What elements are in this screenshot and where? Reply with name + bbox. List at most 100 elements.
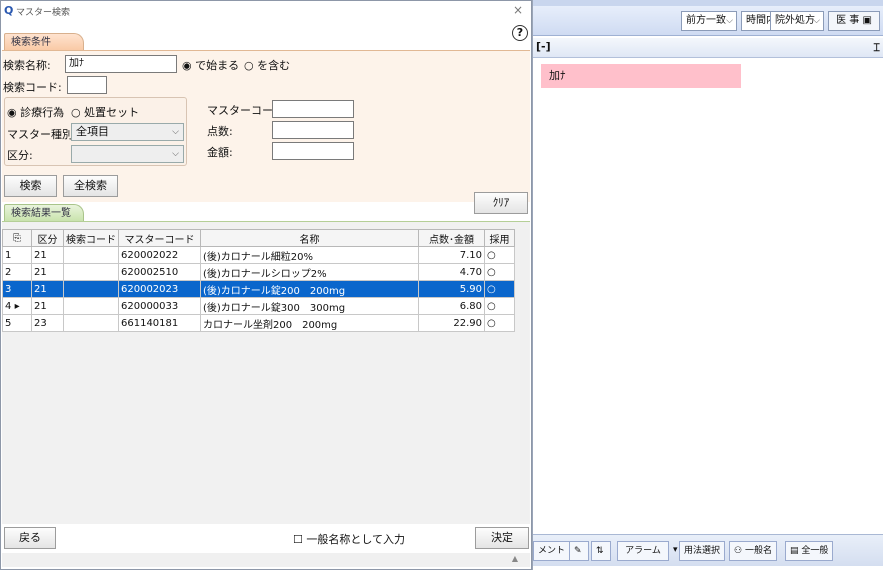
search-name-input[interactable]: 加ﾅ xyxy=(65,55,177,73)
search-button[interactable]: 検索 xyxy=(4,175,57,197)
col-header-points[interactable]: 点数･金額 xyxy=(418,229,485,247)
radio-treatment-label: 診療行為 xyxy=(20,106,65,119)
category-select[interactable]: ⌵ xyxy=(71,145,184,163)
cell-points: 5.90 xyxy=(418,280,485,298)
all-generic-button[interactable]: ▤ 全一般 xyxy=(785,541,834,561)
help-icon[interactable]: ? xyxy=(512,25,528,41)
cell-name: カロナール坐剤200 200mg xyxy=(200,314,419,332)
dialog-titlebar: Q マスター検索 × xyxy=(1,1,531,23)
radio-starts-with[interactable]: ◉ で始まる xyxy=(182,57,239,73)
radio-contains[interactable]: ○ を含む xyxy=(244,57,290,73)
pen-icon[interactable]: ✎ xyxy=(569,541,589,561)
table-row[interactable]: 1 21 620002022 (後)カロナール細粒20% 7.10 ○ xyxy=(2,246,515,264)
radio-selected-icon: ◉ xyxy=(7,106,17,119)
background-bottom-bar: メント ✎ ⇅ アラーム ▾ 用法選択 ⚇ 一般名 ▤ 全一般 xyxy=(533,534,883,566)
radio-treatment-set[interactable]: ○ 処置セット xyxy=(71,104,139,120)
close-icon[interactable]: × xyxy=(513,3,523,17)
row-number-text: 1 xyxy=(5,249,12,261)
col-header-name[interactable]: 名称 xyxy=(200,229,419,247)
table-row-selected[interactable]: 3 21 620002023 (後)カロナール錠200 200mg 5.90 ○ xyxy=(2,280,515,298)
medical-affairs-label: 医 事 xyxy=(836,15,860,26)
row-number-text: 5 xyxy=(5,317,12,329)
cell-adopt: ○ xyxy=(484,280,515,298)
cell-kubun: 21 xyxy=(31,297,64,315)
amount-label: 金額: xyxy=(207,146,233,159)
grid-header-row: ⎘ 区分 検索コード マスターコード 名称 点数･金額 採用 xyxy=(2,229,515,247)
master-search-dialog: Q マスター検索 × 検索条件 ? 検索名称: 加ﾅ ◉ で始まる ○ を含む … xyxy=(0,0,532,570)
col-header-adopt[interactable]: 採用 xyxy=(484,229,515,247)
prescription-select[interactable]: 院外処方 ⌵ xyxy=(770,11,824,31)
cell-search-code xyxy=(63,246,119,264)
cell-name: (後)カロナール錠300 300mg xyxy=(200,297,419,315)
confirm-button[interactable]: 決定 xyxy=(475,527,529,549)
cell-master-code: 620002023 xyxy=(118,280,201,298)
radio-empty-icon: ○ xyxy=(71,106,81,119)
search-name-label: 検索名称: xyxy=(3,59,51,72)
cell-search-code xyxy=(63,263,119,281)
general-name-checkbox[interactable]: ☐ 一般名称として入力 xyxy=(293,531,405,547)
cell-name: (後)カロナール錠200 200mg xyxy=(200,280,419,298)
search-all-button[interactable]: 全検索 xyxy=(63,175,118,197)
generic-name-label: 一般名 xyxy=(744,546,772,556)
col-header-master-code[interactable]: マスターコード xyxy=(118,229,201,247)
panel-collapse-label[interactable]: [-] xyxy=(536,40,551,53)
master-type-label: マスター種別: xyxy=(7,128,77,141)
results-scrollbar[interactable] xyxy=(520,229,529,521)
amount-input[interactable] xyxy=(272,142,354,160)
checkbox-icon: ☐ xyxy=(293,533,303,546)
comment-label: メント xyxy=(538,546,566,556)
cell-points: 6.80 xyxy=(418,297,485,315)
alarm-button[interactable]: アラーム xyxy=(617,541,669,561)
points-input[interactable] xyxy=(272,121,354,139)
cell-adopt: ○ xyxy=(484,246,515,264)
row-number-text: 2 xyxy=(5,266,12,278)
sort-icon[interactable]: ⇅ xyxy=(591,541,611,561)
pin-icon[interactable]: ⌶ xyxy=(873,39,880,57)
usage-select-button[interactable]: 用法選択 xyxy=(679,541,726,561)
dialog-title: マスター検索 xyxy=(16,8,71,18)
background-toolbar: 前方一致⌵ 時間内⌵ 院外処方⌵ 医 事 ▣ xyxy=(533,6,883,36)
chevron-down-icon: ⌵ xyxy=(726,16,733,26)
cell-name: (後)カロナール細粒20% xyxy=(200,246,419,264)
search-condition-tab: 検索条件 xyxy=(4,33,84,50)
comment-button[interactable]: メント xyxy=(533,541,571,561)
clear-button[interactable]: ｸﾘｱ xyxy=(474,192,528,214)
cell-search-code xyxy=(63,314,119,332)
radio-treatment[interactable]: ◉ 診療行為 xyxy=(7,104,64,120)
medical-affairs-button[interactable]: 医 事 ▣ xyxy=(828,11,880,31)
radio-empty-icon: ○ xyxy=(244,59,254,72)
master-type-value: 全項目 xyxy=(76,125,109,138)
category-label: 区分: xyxy=(7,149,33,162)
cell-adopt: ○ xyxy=(484,263,515,281)
copy-icon[interactable]: ⎘ xyxy=(2,229,32,247)
row-number: 2 xyxy=(2,263,32,281)
general-name-checkbox-label: 一般名称として入力 xyxy=(306,533,406,546)
table-row[interactable]: 4 ▸ 21 620000033 (後)カロナール錠300 300mg 6.80… xyxy=(2,297,515,315)
usage-select-label: 用法選択 xyxy=(684,546,721,556)
row-number: 5 xyxy=(2,314,32,332)
back-button[interactable]: 戻る xyxy=(4,527,56,549)
search-code-input[interactable] xyxy=(67,76,107,94)
search-results-tab: 検索結果一覧 xyxy=(4,204,84,221)
cell-kubun: 21 xyxy=(31,263,64,281)
master-code-input[interactable] xyxy=(272,100,354,118)
cell-name: (後)カロナールシロップ2% xyxy=(200,263,419,281)
alarm-dropdown-icon[interactable]: ▾ xyxy=(669,541,679,561)
points-label: 点数: xyxy=(207,125,233,138)
scroll-up-icon[interactable]: ▲ xyxy=(512,554,518,563)
generic-name-button[interactable]: ⚇ 一般名 xyxy=(729,541,777,561)
cell-kubun: 23 xyxy=(31,314,64,332)
match-mode-select[interactable]: 前方一致 ⌵ xyxy=(681,11,737,31)
col-header-kubun[interactable]: 区分 xyxy=(31,229,64,247)
table-row[interactable]: 5 23 661140181 カロナール坐剤200 200mg 22.90 ○ xyxy=(2,314,515,332)
cell-search-code xyxy=(63,280,119,298)
table-row[interactable]: 2 21 620002510 (後)カロナールシロップ2% 4.70 ○ xyxy=(2,263,515,281)
master-type-select[interactable]: 全項目 ⌵ xyxy=(71,123,184,141)
cell-points: 7.10 xyxy=(418,246,485,264)
book-icon: ▣ xyxy=(862,15,872,26)
col-header-search-code[interactable]: 検索コード xyxy=(63,229,119,247)
chevron-down-icon: ⌵ xyxy=(813,16,820,26)
row-marker: ▸ xyxy=(14,300,20,312)
app-logo-icon: Q xyxy=(4,4,14,17)
row-number-text: 3 xyxy=(5,283,12,295)
